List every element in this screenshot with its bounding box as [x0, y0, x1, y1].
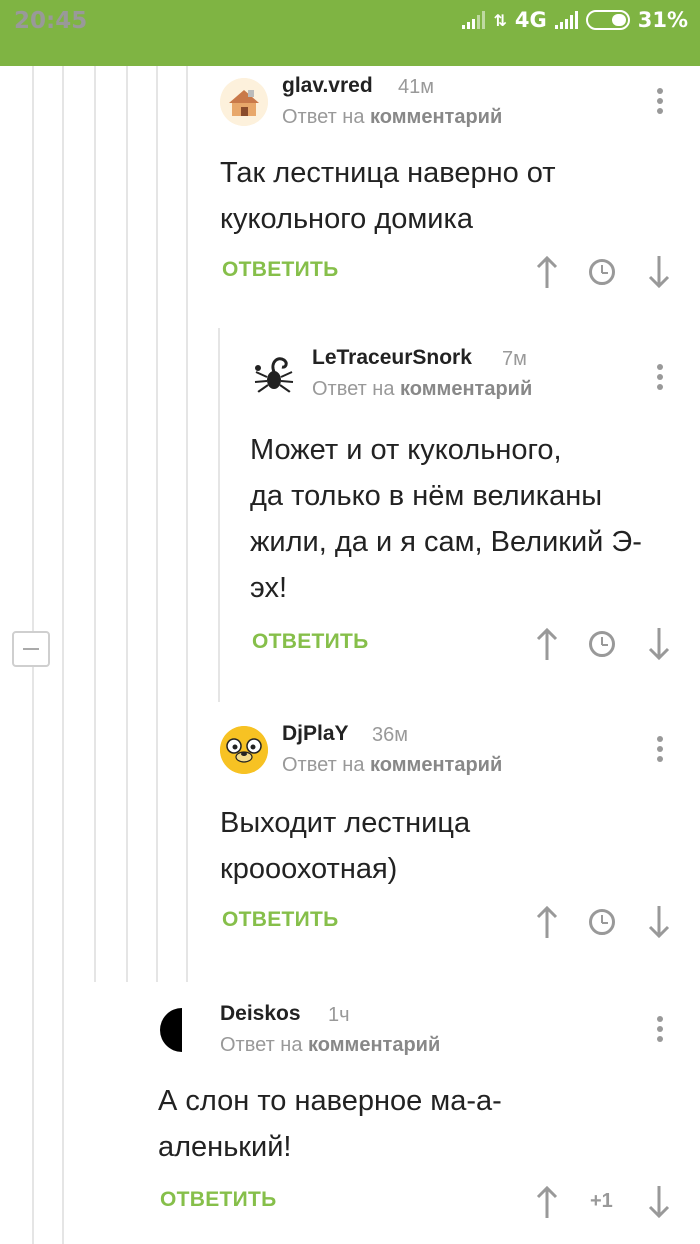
downvote-arrow-icon[interactable]	[644, 624, 674, 664]
comment-time: 41м	[398, 76, 434, 98]
comment-text: Так лестница наверно от кукольного домик…	[220, 150, 556, 242]
signal-icon	[462, 11, 486, 29]
reply-button[interactable]: ОТВЕТИТЬ	[160, 1188, 277, 1212]
reply-to-link[interactable]: комментарий	[308, 1034, 440, 1056]
reply-button[interactable]: ОТВЕТИТЬ	[222, 908, 339, 932]
comment: Deiskos 1ч Ответ на комментарий А слон т…	[158, 998, 690, 1234]
comment-text: Выходит лестница крооохотная)	[220, 800, 470, 892]
network-type: 4G	[514, 8, 547, 32]
comment-text: Может и от кукольного, да только в нём в…	[250, 427, 642, 611]
comment-header: DjPlaY 36м Ответ на комментарий	[220, 718, 690, 778]
comment-text-line: Так лестница наверно от	[220, 157, 556, 189]
reply-to-line: Ответ на комментарий	[282, 754, 502, 777]
comment-text-line: крооохотная)	[220, 853, 398, 885]
avatar[interactable]	[220, 78, 268, 126]
signal-strength-icon	[554, 11, 578, 29]
thread-line	[94, 66, 96, 982]
comment-header: LeTraceurSnork 7м Ответ на комментарий	[250, 342, 690, 402]
reply-to-line: Ответ на комментарий	[220, 1034, 440, 1057]
comment-author[interactable]: LeTraceurSnork	[312, 346, 472, 370]
status-bar: 20:45 ⇅ 4G 31%	[0, 0, 700, 66]
comment: DjPlaY 36м Ответ на комментарий Выходит …	[220, 718, 690, 958]
comment-text-line: А слон то наверное ма-а-	[158, 1085, 502, 1117]
upvote-arrow-icon[interactable]	[532, 902, 562, 942]
reply-button[interactable]: ОТВЕТИТЬ	[222, 258, 339, 282]
comment-text-line: аленький!	[158, 1131, 292, 1163]
avatar[interactable]	[220, 726, 268, 774]
scorpion-avatar-icon	[254, 357, 294, 393]
more-menu-icon[interactable]	[650, 360, 670, 394]
thread-line	[156, 66, 158, 982]
downvote-arrow-icon[interactable]	[644, 1182, 674, 1222]
clock-icon[interactable]	[589, 909, 615, 935]
comment-text-line: жили, да и я сам, Великий Э-	[250, 526, 642, 558]
comment-score: +1	[590, 1190, 613, 1212]
dog-face-avatar-icon	[220, 726, 268, 774]
more-menu-icon[interactable]	[650, 732, 670, 766]
reply-to-prefix: Ответ на	[282, 106, 371, 128]
comment-text-line: да только в нём великаны	[250, 480, 603, 512]
battery-icon	[585, 10, 630, 30]
comment-author[interactable]: glav.vred	[282, 74, 373, 98]
comment-header: glav.vred 41м Ответ на комментарий	[220, 70, 690, 130]
reply-to-line: Ответ на комментарий	[282, 106, 502, 129]
thread-line	[218, 328, 220, 702]
comment-actions: ОТВЕТИТЬ	[250, 624, 690, 664]
status-icons: ⇅ 4G 31%	[462, 8, 688, 32]
more-menu-icon[interactable]	[650, 1012, 670, 1046]
avatar[interactable]	[250, 350, 298, 398]
reply-to-prefix: Ответ на	[282, 754, 371, 776]
thread-line	[62, 66, 64, 1244]
comment: LeTraceurSnork 7м Ответ на комментарий М…	[250, 342, 690, 682]
comment-actions: ОТВЕТИТЬ	[220, 902, 690, 942]
comment-time: 7м	[502, 348, 527, 370]
downvote-arrow-icon[interactable]	[644, 902, 674, 942]
comment-actions: ОТВЕТИТЬ +1	[158, 1182, 690, 1222]
thread-line	[126, 66, 128, 982]
avatar[interactable]	[158, 1006, 206, 1054]
battery-level: 31%	[637, 8, 688, 32]
comment-author[interactable]: DjPlaY	[282, 722, 349, 746]
house-avatar-icon	[220, 78, 268, 126]
comment-time: 36м	[372, 724, 408, 746]
half-circle-avatar-icon	[160, 1008, 182, 1052]
collapse-thread-button[interactable]	[12, 631, 50, 667]
reply-to-line: Ответ на комментарий	[312, 378, 532, 401]
reply-to-prefix: Ответ на	[312, 378, 401, 400]
comment-text-line: Может и от кукольного,	[250, 434, 562, 466]
comment-time: 1ч	[328, 1004, 350, 1026]
comment-header: Deiskos 1ч Ответ на комментарий	[158, 998, 690, 1058]
reply-to-link[interactable]: комментарий	[370, 754, 502, 776]
upvote-arrow-icon[interactable]	[532, 252, 562, 292]
comment: glav.vred 41м Ответ на комментарий Так л…	[220, 70, 690, 310]
upvote-arrow-icon[interactable]	[532, 1182, 562, 1222]
comment-text-line: кукольного домика	[220, 203, 473, 235]
clock-icon[interactable]	[589, 259, 615, 285]
comment-actions: ОТВЕТИТЬ	[220, 252, 690, 292]
comment-author[interactable]: Deiskos	[220, 1002, 301, 1026]
comment-text: А слон то наверное ма-а- аленький!	[158, 1078, 502, 1170]
thread-line	[186, 66, 188, 982]
more-menu-icon[interactable]	[650, 84, 670, 118]
upvote-arrow-icon[interactable]	[532, 624, 562, 664]
reply-to-link[interactable]: комментарий	[370, 106, 502, 128]
comment-text-line: эх!	[250, 572, 288, 604]
reply-to-link[interactable]: комментарий	[400, 378, 532, 400]
comment-text-line: Выходит лестница	[220, 807, 471, 839]
downvote-arrow-icon[interactable]	[644, 252, 674, 292]
clock-icon[interactable]	[589, 631, 615, 657]
data-transfer-icon: ⇅	[493, 10, 507, 30]
reply-to-prefix: Ответ на	[220, 1034, 309, 1056]
reply-button[interactable]: ОТВЕТИТЬ	[252, 630, 369, 654]
status-time: 20:45	[14, 8, 88, 34]
